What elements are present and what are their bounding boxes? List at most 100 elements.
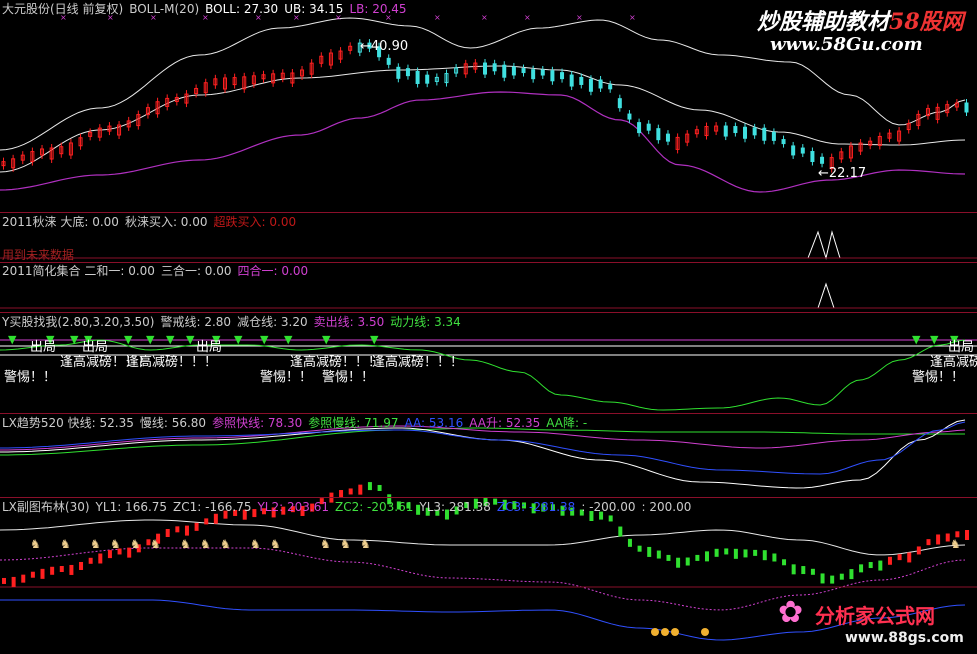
candle-body [656,128,661,141]
sub-candle [762,550,767,561]
sub-candle [839,573,844,580]
header-item: Y买股找我(2.80,3.20,3.50) [2,315,155,329]
header-item: 参照快线: 78.30 [212,416,303,430]
down-arrow-icon: ▼ [8,333,17,346]
signal-spike [807,230,841,260]
sub-candle [50,566,55,575]
person-signal-icon: ♞ [950,537,961,551]
candle-body [415,70,420,84]
sub-candle [618,526,623,537]
candle-body [483,62,487,75]
person-signal-icon: ♞ [90,537,101,551]
trend-panel-header: LX趋势520 快线: 52.35 慢线: 56.80 参照快线: 78.30 参照慢… [2,416,593,430]
header-item: BOLL: 27.30 [205,2,279,16]
person-signal-icon: ♞ [150,537,161,551]
candle-body [492,63,497,72]
out-signal-label: 出局 [30,340,57,355]
candle-body [781,139,786,145]
watermark-site: 分析家公式网 [815,604,935,628]
sub-candle [724,548,729,555]
candle-body [560,72,565,80]
sub-candle [348,488,353,495]
header-item: AA降: - [546,416,588,430]
person-signal-icon: ♞ [200,537,211,551]
top-signal-mark: × [481,13,488,22]
candle-body [511,66,516,76]
warning-label: 警惕！！ [912,370,965,385]
sub-candle [358,484,363,495]
stock-chart-window: × × × × × × × × × × × × × ▼ ▼ ▼ ▼ ▼ ▼ ▼ ▼ ▼ ▼ ▼ ▼ ▼ ▼ ▼ ▼ ▼ ♞ ♞ ♞ ♞ ♞ ♞ ♞ ♞ ♞ ♞… [0,0,977,654]
sub-candle [801,566,806,575]
future-data-note: 用到未来数据 [2,248,80,262]
sub-candle [194,522,199,531]
panel-divider[interactable] [0,312,977,313]
header-item: UB: 34.15 [284,2,344,16]
sub-candle [830,575,835,584]
candle-body [502,64,507,78]
header-item: 秋涞买入: 0.00 [124,215,208,229]
sub-candle [753,549,758,556]
candle-body [791,145,796,156]
candle-body [964,102,969,113]
top-signal-mark: × [524,13,531,22]
sub-candle [367,482,372,491]
jihe-panel-header: 2011简化集合 二和一: 0.00 三合一: 0.00 四合一: 0.00 [2,264,314,278]
candle-body [540,69,545,76]
sub-candle [820,573,825,584]
coin-signal-icon [701,628,709,636]
sub-candle [772,553,777,562]
candle-body [637,122,642,134]
down-arrow-icon: ▼ [186,333,195,346]
sub-candle [685,557,690,566]
panel-divider[interactable] [0,497,977,498]
header-item: 2011秋涞 大底: 0.00 [2,215,119,229]
header-item: AA升: 52.35 [469,416,541,430]
panel-divider[interactable] [0,262,977,263]
header-item: 2011简化集合 二和一: 0.00 [2,264,155,278]
sub-upper-line [0,519,966,556]
sub-candle [695,554,700,561]
panel-divider[interactable] [0,413,977,414]
top-signal-mark: × [434,13,441,22]
sub-candle [107,550,112,559]
sub-candle [916,546,921,555]
sub-candle [810,568,815,575]
coin-signal-icon [651,628,659,636]
warning-label: 警惕！！ [260,370,313,385]
flower-logo-icon: ✿ [778,595,804,630]
candle-body [627,113,632,120]
panel-divider[interactable] [0,212,977,213]
sub-candle [743,549,748,558]
sub-candle [907,552,912,563]
sub-candle [69,564,74,575]
down-arrow-icon: ▼ [322,333,331,346]
person-signal-icon: ♞ [180,537,191,551]
down-arrow-icon: ▼ [284,333,293,346]
sub-candle [887,556,892,565]
header-item: 卖出线: 3.50 [313,315,385,329]
candle-body [521,68,526,74]
down-arrow-icon: ▼ [930,333,939,346]
sub-candle [204,518,209,525]
low-price-label: ←22.17 [818,166,867,181]
candle-body [733,126,738,134]
header-item: 参照慢线: 71.97 [308,416,399,430]
sub-candle [627,538,632,547]
sub-candle [59,566,64,573]
header-item: YL1: 166.75 [95,500,168,514]
header-item: ZC2: -203.61 [334,500,414,514]
candle-body [800,147,805,154]
out-signal-label: 出局 [948,340,975,355]
warning-label: 警惕！！ [322,370,375,385]
sub-candle [637,545,642,552]
sub-candle [666,554,671,561]
down-arrow-icon: ▼ [260,333,269,346]
candle-body [531,69,536,80]
header-item: 用到未来数据 [2,248,75,262]
peak-reduce-label: 逢高减磅！！！ [372,355,464,370]
sub-candle [79,561,84,570]
sub-candle [11,576,16,587]
candle-body [386,57,391,65]
header-item: ZC1: -166.75 [173,500,252,514]
header-item: LX副图布林(30) [2,500,90,514]
